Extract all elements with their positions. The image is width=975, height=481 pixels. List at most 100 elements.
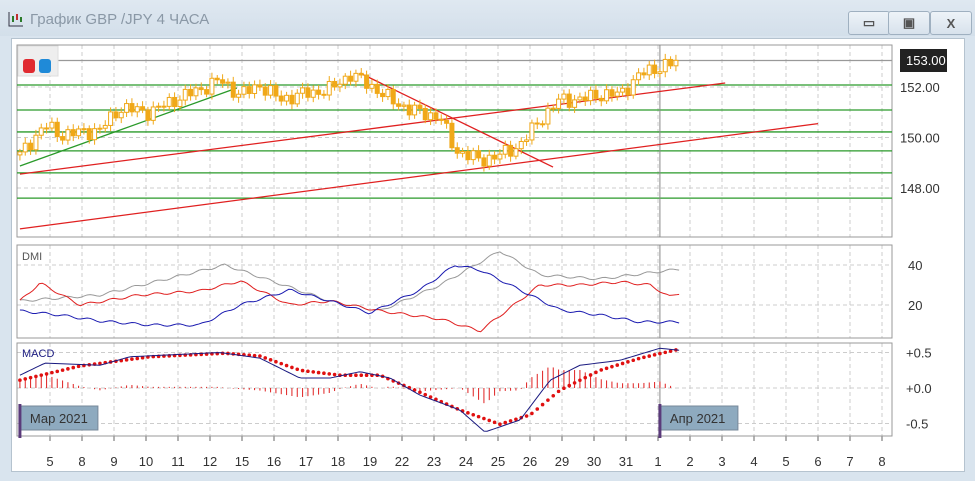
candle-body — [470, 150, 476, 161]
candle-body — [545, 107, 551, 125]
macd-signal-dot — [34, 374, 38, 379]
dmi-axis-label: 40 — [908, 258, 922, 273]
candle — [566, 89, 572, 112]
trendline-red[interactable] — [19, 122, 819, 230]
month-marker: Мар 2021 — [18, 404, 99, 438]
candle — [662, 53, 668, 78]
candle-body — [369, 83, 375, 89]
macd-signal-dot — [492, 420, 497, 425]
candle — [438, 114, 444, 125]
candle-body — [502, 144, 508, 155]
candle — [412, 101, 418, 119]
macd-signal-dot — [524, 414, 529, 418]
candle — [252, 80, 258, 99]
x-tick-label: 23 — [427, 454, 441, 469]
macd-signal-dot — [130, 357, 134, 361]
macd-signal-dot — [39, 373, 44, 377]
candle-body — [140, 106, 146, 111]
macd-signal-dot — [28, 375, 33, 380]
x-tick-label: 29 — [555, 454, 569, 469]
macd-signal-dot — [135, 356, 140, 361]
macd-signal-dot — [274, 359, 278, 364]
macd-signal-dot — [599, 368, 604, 372]
candle-body — [198, 87, 204, 91]
candle — [422, 104, 428, 124]
dmi-plus-di-line — [19, 280, 680, 333]
candle — [54, 117, 60, 142]
candle-body — [278, 95, 284, 102]
candle — [214, 75, 220, 85]
candle-body — [172, 96, 178, 108]
candle — [625, 83, 631, 101]
x-tick-label: 8 — [78, 454, 85, 469]
macd-signal-dot — [631, 358, 636, 363]
color-toggle-widget[interactable] — [17, 45, 59, 77]
candle-body — [348, 75, 354, 82]
candle — [460, 147, 466, 158]
price-pane-border — [16, 44, 893, 238]
chart-canvas[interactable]: DMI MACD 153.00 5 8 9 10 11 12 15 16 17 18 19 22 23 2… — [0, 0, 975, 481]
candle-body — [593, 89, 599, 99]
candle-body — [364, 74, 370, 89]
candle — [620, 84, 626, 97]
candle-body — [646, 64, 652, 76]
candle — [636, 68, 642, 86]
x-tick-label: 16 — [267, 454, 281, 469]
candle — [321, 90, 327, 99]
candle — [614, 86, 620, 101]
macd-signal-dot — [583, 375, 588, 380]
candle — [332, 77, 338, 91]
candle-body — [76, 128, 82, 137]
candle — [166, 93, 172, 111]
candle-body — [465, 150, 471, 161]
candle — [326, 76, 332, 101]
macd-signal-dot — [642, 355, 646, 360]
candle-body — [150, 106, 156, 121]
macd-signal-dot — [364, 373, 369, 378]
candle-body — [529, 122, 535, 141]
x-tick-label: 12 — [203, 454, 217, 469]
candle — [657, 68, 663, 78]
macd-axis-label: +0.5 — [906, 346, 932, 361]
candle — [444, 115, 450, 129]
candle — [284, 91, 290, 106]
candle-body — [492, 154, 498, 160]
candle — [28, 139, 34, 155]
candle-body — [609, 89, 615, 97]
candle — [236, 89, 242, 103]
x-tick-label: 18 — [331, 454, 345, 469]
macd-signal-dot — [626, 360, 630, 364]
month-marker-label: Мар 2021 — [30, 411, 88, 426]
macd-signal-dot — [482, 416, 486, 421]
candle — [102, 120, 108, 133]
macd-signal-dot — [476, 414, 481, 419]
candle-body — [22, 142, 28, 153]
candle — [145, 106, 151, 126]
dmi-minus-di-line — [19, 265, 680, 327]
macd-signal-dot — [647, 354, 652, 358]
macd-signal-dot — [466, 411, 470, 415]
candle-body — [129, 103, 135, 113]
candle — [140, 101, 146, 114]
macd-signal-dot — [300, 368, 305, 373]
macd-signal-dot — [546, 398, 550, 402]
candle-body — [332, 80, 338, 88]
candle-body — [417, 104, 423, 109]
candle-body — [305, 87, 311, 98]
blue-color-button[interactable] — [39, 59, 51, 73]
candle-body — [92, 128, 98, 141]
candle-body — [476, 150, 482, 159]
red-color-button[interactable] — [23, 59, 35, 73]
candle-body — [188, 88, 194, 97]
candle — [230, 76, 236, 101]
candle-body — [625, 87, 631, 96]
candle-body — [70, 129, 76, 137]
macd-signal-dot — [60, 368, 65, 372]
candle-body — [673, 59, 679, 67]
candle-body — [380, 92, 386, 98]
macd-signal-dot — [44, 372, 49, 376]
current-price-label: 153.00 — [906, 53, 946, 68]
macd-signal-dot — [556, 389, 561, 394]
candle — [380, 88, 386, 102]
candle-body — [550, 107, 556, 110]
